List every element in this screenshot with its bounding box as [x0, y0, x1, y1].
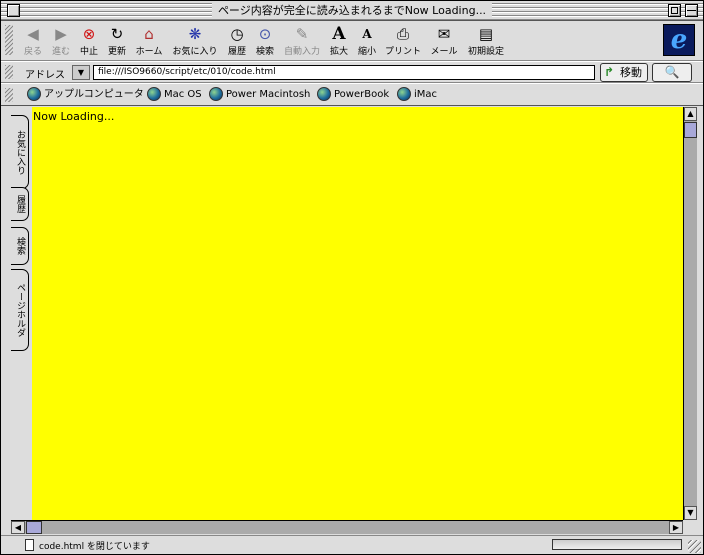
ie-logo-icon: e: [663, 24, 695, 56]
favorite-item[interactable]: iMac: [397, 87, 437, 103]
explorer-tab-strip: お気に入り 履歴 検索 ページホルダ: [1, 107, 32, 520]
forward-arrow-icon: ▶: [55, 25, 67, 43]
scroll-up-arrow-icon[interactable]: ▲: [684, 107, 697, 121]
document-icon: [25, 539, 34, 551]
scroll-right-arrow-icon[interactable]: ▶: [669, 521, 683, 534]
address-options-button[interactable]: 🔍: [652, 63, 692, 82]
enlarge-text-button[interactable]: A 拡大: [325, 24, 353, 58]
tab-search[interactable]: 検索: [11, 227, 29, 265]
loading-message: Now Loading...: [33, 110, 115, 123]
globe-icon: [147, 87, 161, 101]
back-arrow-icon: ◀: [27, 25, 39, 43]
zoom-box[interactable]: [668, 4, 681, 17]
address-history-dropdown[interactable]: ▼: [72, 65, 90, 80]
go-button[interactable]: ↱ 移動: [600, 63, 648, 82]
favorites-grip-icon[interactable]: [5, 88, 13, 102]
address-label: アドレス: [25, 70, 65, 81]
shrink-text-icon: A: [362, 27, 372, 41]
autofill-button[interactable]: ✎ 自動入力: [281, 24, 323, 58]
toolbar-grip-icon[interactable]: [5, 25, 13, 55]
window-title: ページ内容が完全に読み込まれるまでNow Loading...: [211, 3, 493, 18]
scroll-left-arrow-icon[interactable]: ◀: [11, 521, 25, 534]
status-text: code.html を閉じています: [39, 542, 150, 552]
globe-icon: [27, 87, 41, 101]
tab-page-holder[interactable]: ページホルダ: [11, 269, 29, 351]
refresh-button[interactable]: ↻ 更新: [103, 24, 131, 58]
search-button[interactable]: ⊙ 検索: [251, 24, 279, 58]
button-toolbar: ◀ 戻る ▶ 進む ⊗ 中止 ↻ 更新 ⌂ ホーム ❋ お気に入り ◷ 履歴 ⊙: [1, 21, 703, 61]
search-icon: ⊙: [258, 25, 272, 43]
horizontal-scroll-thumb[interactable]: [26, 521, 42, 534]
autofill-icon: ✎: [295, 25, 309, 43]
print-button[interactable]: ⎙ プリント: [383, 24, 423, 58]
mail-button[interactable]: ✉ メール: [427, 24, 461, 58]
collapse-box[interactable]: [685, 4, 698, 17]
go-arrow-icon: ↱: [604, 65, 615, 79]
stop-button[interactable]: ⊗ 中止: [75, 24, 103, 58]
globe-icon: [397, 87, 411, 101]
favorites-bar: アップルコンピュータ Mac OS Power Macintosh PowerB…: [1, 84, 703, 106]
resize-grip-icon[interactable]: [688, 540, 701, 553]
globe-icon: [209, 87, 223, 101]
favorite-item[interactable]: Power Macintosh: [209, 87, 310, 103]
preferences-icon: ▤: [478, 25, 494, 43]
history-icon: ◷: [230, 25, 244, 43]
forward-button[interactable]: ▶ 進む: [47, 24, 75, 58]
horizontal-scrollbar[interactable]: ◀ ▶: [11, 520, 683, 534]
tab-history[interactable]: 履歴: [11, 187, 29, 221]
vertical-scrollbar[interactable]: ▲ ▼: [683, 107, 697, 520]
history-button[interactable]: ◷ 履歴: [223, 24, 251, 58]
enlarge-text-icon: A: [332, 24, 346, 44]
status-bar: code.html を閉じています: [1, 535, 703, 554]
favorite-item[interactable]: Mac OS: [147, 87, 202, 103]
globe-icon: [317, 87, 331, 101]
mail-icon: ✉: [437, 25, 451, 43]
back-button[interactable]: ◀ 戻る: [19, 24, 47, 58]
print-icon: ⎙: [396, 25, 409, 43]
shrink-text-button[interactable]: A 縮小: [353, 24, 381, 58]
progress-bar: [552, 539, 682, 550]
address-input[interactable]: file:///ISO9660/script/etc/010/code.html: [93, 65, 595, 80]
title-bar[interactable]: ページ内容が完全に読み込まれるまでNow Loading...: [1, 1, 703, 21]
favorite-item[interactable]: アップルコンピュータ: [27, 87, 144, 103]
address-bar: アドレス ▼ file:///ISO9660/script/etc/010/co…: [1, 62, 703, 83]
favorite-item[interactable]: PowerBook: [317, 87, 389, 103]
address-grip-icon[interactable]: [5, 65, 13, 79]
tab-favorites[interactable]: お気に入り: [11, 115, 29, 189]
favorites-button[interactable]: ❋ お気に入り: [169, 24, 221, 58]
preferences-button[interactable]: ▤ 初期設定: [465, 24, 507, 58]
close-box[interactable]: [7, 4, 20, 17]
refresh-icon: ↻: [110, 25, 124, 43]
page-content: Now Loading...: [32, 107, 683, 520]
vertical-scroll-thumb[interactable]: [684, 122, 697, 138]
home-icon: ⌂: [144, 25, 154, 43]
favorites-icon: ❋: [188, 25, 202, 43]
magnifier-icon: 🔍: [664, 65, 680, 79]
stop-icon: ⊗: [82, 25, 96, 43]
browser-window: ページ内容が完全に読み込まれるまでNow Loading... ◀ 戻る ▶ 進…: [0, 0, 704, 555]
triangle-down-icon: ▼: [77, 68, 85, 77]
scroll-down-arrow-icon[interactable]: ▼: [684, 506, 697, 520]
home-button[interactable]: ⌂ ホーム: [131, 24, 167, 58]
